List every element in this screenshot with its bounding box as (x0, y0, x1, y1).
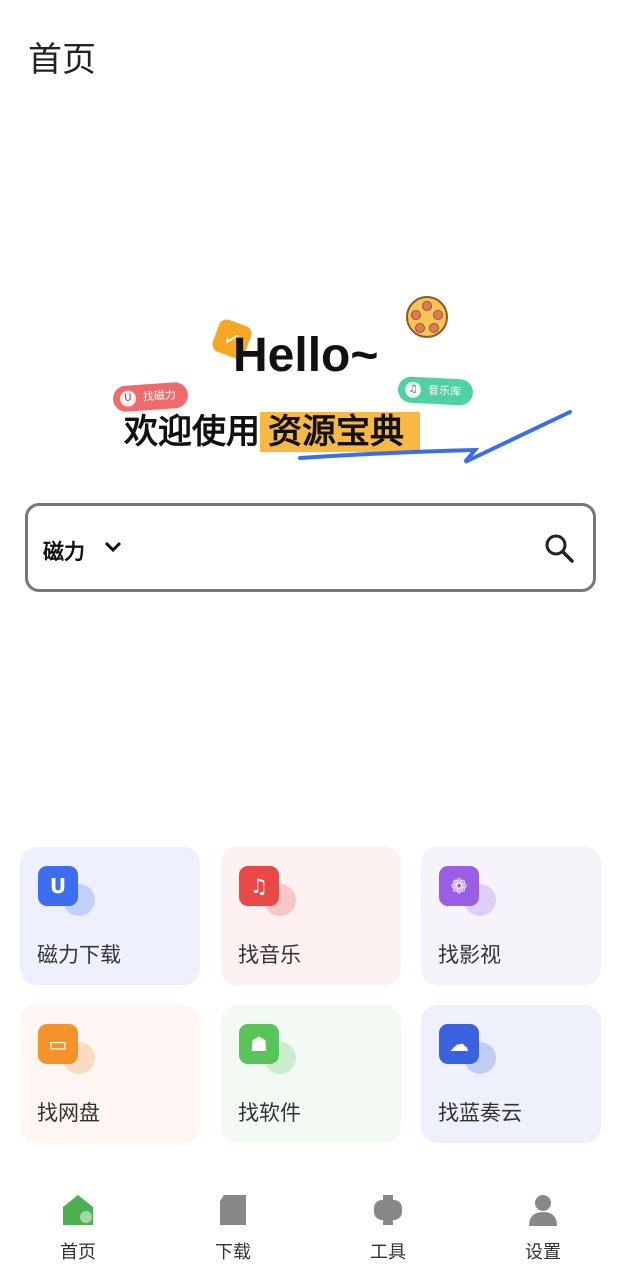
decorative-stroke (298, 410, 572, 464)
film-icon: ❁ (439, 866, 479, 906)
nav-item-toolbox[interactable]: 工具 (338, 1190, 438, 1264)
android-icon: ☗ (239, 1024, 279, 1064)
card-android[interactable]: ☗ 找软件 (221, 1005, 401, 1143)
music-icon: ♫ (239, 866, 279, 906)
toolbox-icon (338, 1190, 438, 1230)
card-label: 找网盘 (37, 1101, 100, 1125)
folder-icon: ▭ (38, 1024, 78, 1064)
card-label: 找影视 (438, 943, 501, 967)
nav-label: 下载 (215, 1242, 251, 1263)
card-label: 找蓝奏云 (438, 1101, 522, 1125)
nav-label: 工具 (370, 1242, 406, 1263)
search-bar: 磁力 (25, 503, 596, 592)
nav-item-download[interactable]: 下载 (183, 1190, 283, 1264)
search-icon[interactable] (543, 532, 575, 564)
card-label: 找音乐 (238, 943, 301, 967)
nav-label: 首页 (60, 1242, 96, 1263)
card-label: 找软件 (238, 1101, 301, 1125)
welcome-banner: ✓ Hello~ U 找磁力 ♫ 音乐库 欢迎使用 资源宝典 (100, 280, 580, 470)
nav-label: 设置 (525, 1242, 561, 1263)
card-cloud-search[interactable]: ☁ 找蓝奏云 (421, 1005, 601, 1143)
card-folder[interactable]: ▭ 找网盘 (20, 1005, 200, 1143)
card-magnet[interactable]: U 磁力下载 (20, 847, 200, 985)
card-music[interactable]: ♫ 找音乐 (221, 847, 401, 985)
search-type-dropdown[interactable]: 磁力 (43, 536, 85, 566)
card-film[interactable]: ❁ 找影视 (421, 847, 601, 985)
card-label: 磁力下载 (37, 943, 121, 967)
page-title: 首页 (28, 40, 96, 80)
chevron-down-icon[interactable] (102, 536, 124, 558)
film-reel-icon (406, 296, 448, 338)
banner-hello: Hello~ (233, 329, 379, 382)
magnet-icon: U (38, 866, 78, 906)
tag-music: ♫ 音乐库 (397, 376, 474, 406)
cloud-search-icon: ☁ (439, 1024, 479, 1064)
music-icon: ♫ (404, 381, 422, 399)
home-icon (28, 1190, 128, 1230)
nav-item-home[interactable]: 首页 (28, 1190, 128, 1264)
nav-item-user[interactable]: 设置 (493, 1190, 593, 1264)
user-icon (493, 1190, 593, 1230)
download-icon (183, 1190, 283, 1230)
search-input[interactable] (138, 526, 528, 570)
